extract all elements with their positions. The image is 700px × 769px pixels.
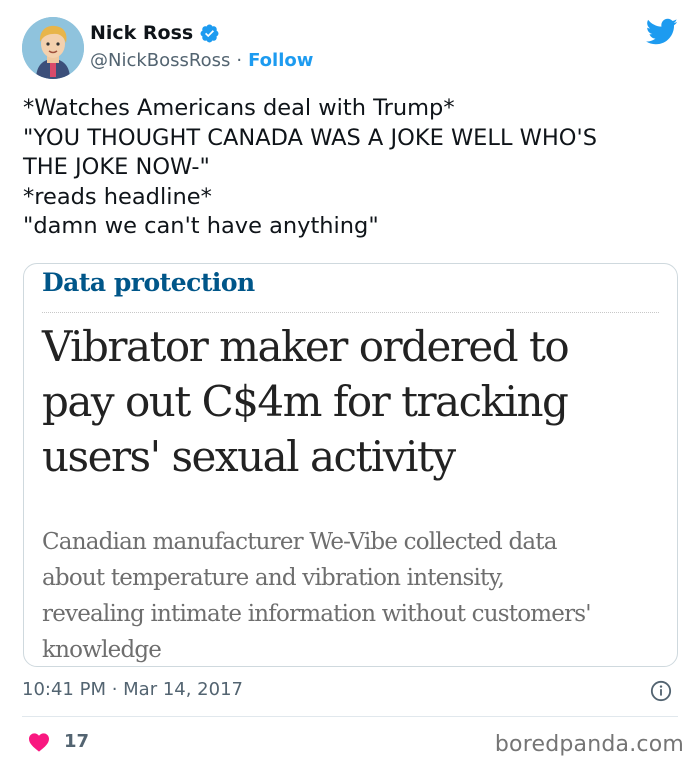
author-name-row[interactable]: Nick Ross	[90, 22, 220, 44]
heart-icon[interactable]	[28, 732, 50, 752]
kicker-divider	[42, 312, 659, 313]
verified-badge-icon	[200, 24, 219, 42]
tweet-text: *Watches Americans deal with Trump* "YOU…	[23, 95, 597, 239]
like-count: 17	[64, 731, 90, 752]
article-headline: Vibrator maker ordered to pay out C$4m f…	[42, 322, 570, 481]
avatar-illustration	[22, 17, 84, 79]
author-handle[interactable]: @NickBossRoss	[90, 50, 230, 71]
author-name[interactable]: Nick Ross	[90, 22, 193, 44]
footer-divider	[22, 716, 678, 717]
author-handle-row: @NickBossRoss · Follow	[90, 50, 313, 71]
avatar[interactable]	[22, 17, 84, 79]
article-kicker: Data protection	[42, 268, 255, 297]
tweet-timestamp[interactable]: 10:41 PM · Mar 14, 2017	[22, 679, 243, 700]
info-icon[interactable]	[650, 680, 672, 702]
twitter-bird-icon[interactable]	[646, 18, 678, 46]
article-standfirst: Canadian manufacturer We-Vibe collected …	[42, 529, 592, 663]
separator-dot: ·	[236, 50, 243, 71]
article-card[interactable]: Data protection Vibrator maker ordered t…	[23, 263, 678, 667]
source-watermark: boredpanda.com	[494, 732, 684, 757]
follow-button[interactable]: Follow	[248, 50, 313, 71]
